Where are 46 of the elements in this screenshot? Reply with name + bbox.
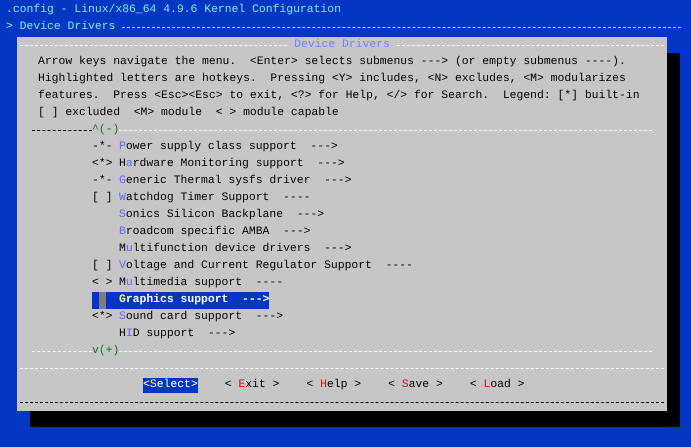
- dialog-button[interactable]: < Help >: [306, 378, 362, 393]
- dialog-button[interactable]: <Select>: [143, 378, 198, 393]
- item-label: Broadcom specific AMBA --->: [119, 224, 310, 240]
- option-state: [ ]: [92, 190, 113, 206]
- item-label: Generic Thermal sysfs driver --->: [119, 174, 352, 189]
- menu-item[interactable]: Multifunction device drivers --->: [92, 241, 352, 258]
- help-text: Arrow keys navigate the menu. <Enter> selects submenus ---> (or empty submenus ----).: [38, 54, 626, 70]
- dialog-title: Device Drivers: [293, 38, 391, 53]
- help-text: [ ] excluded <M> module < > module capable: [38, 106, 339, 121]
- option-state: [ ]: [92, 258, 113, 274]
- scroll-down-indicator: v(+): [92, 344, 120, 359]
- item-label: Voltage and Current Regulator Support ----: [119, 258, 413, 274]
- item-label: Power supply class support --->: [119, 140, 338, 155]
- item-label: Hardware Monitoring support --->: [119, 156, 345, 172]
- scroll-up-indicator: ^(-): [92, 122, 120, 138]
- menu-item[interactable]: <*> Sound card support --->: [92, 309, 284, 326]
- option-state: -*-: [92, 174, 113, 189]
- menu-item[interactable]: Broadcom specific AMBA --->: [92, 224, 310, 241]
- help-text: Highlighted letters are hotkeys. Pressing <Y> includes, <N> excludes, <M> modularizes: [38, 72, 626, 87]
- menu-item[interactable]: Sonics Silicon Backplane --->: [92, 207, 324, 224]
- option-state: -*-: [92, 140, 113, 155]
- menu-item[interactable]: < > Multimedia support ----: [92, 275, 284, 292]
- breadcrumb: > Device Drivers: [6, 20, 116, 35]
- menu-item[interactable]: Graphics support --->: [92, 292, 270, 309]
- dialog-button[interactable]: < Save >: [388, 378, 443, 393]
- help-text: features. Press <Esc><Esc> to exit, <?> for Help, </> for Search. Legend: [*] built-in: [38, 88, 640, 104]
- menu-item[interactable]: -*- Power supply class support --->: [92, 139, 338, 156]
- item-label: Sound card support --->: [119, 310, 284, 325]
- option-state: <*>: [92, 310, 113, 325]
- cursor-block: [99, 292, 106, 309]
- item-label: Graphics support --->: [119, 292, 270, 308]
- menu-item[interactable]: [ ] Voltage and Current Regulator Support ----: [92, 258, 413, 275]
- dialog-button[interactable]: < Exit >: [224, 378, 280, 393]
- menu-item[interactable]: HID support --->: [92, 326, 236, 343]
- item-label: Multimedia support ----: [119, 276, 284, 291]
- option-state: <*>: [92, 156, 113, 172]
- item-label: Sonics Silicon Backplane --->: [119, 208, 324, 223]
- option-state: < >: [92, 276, 113, 291]
- menu-item[interactable]: [ ] Watchdog Timer Support ----: [92, 190, 310, 207]
- item-label: HID support --->: [119, 326, 236, 342]
- menu-item[interactable]: <*> Hardware Monitoring support --->: [92, 156, 345, 173]
- window-title: .config - Linux/x86_64 4.9.6 Kernel Configuration: [6, 2, 341, 18]
- item-label: Watchdog Timer Support ----: [119, 190, 310, 206]
- dialog-button[interactable]: < Load >: [470, 378, 525, 393]
- menu-item[interactable]: -*- Generic Thermal sysfs driver --->: [92, 173, 352, 190]
- item-label: Multifunction device drivers --->: [119, 242, 352, 257]
